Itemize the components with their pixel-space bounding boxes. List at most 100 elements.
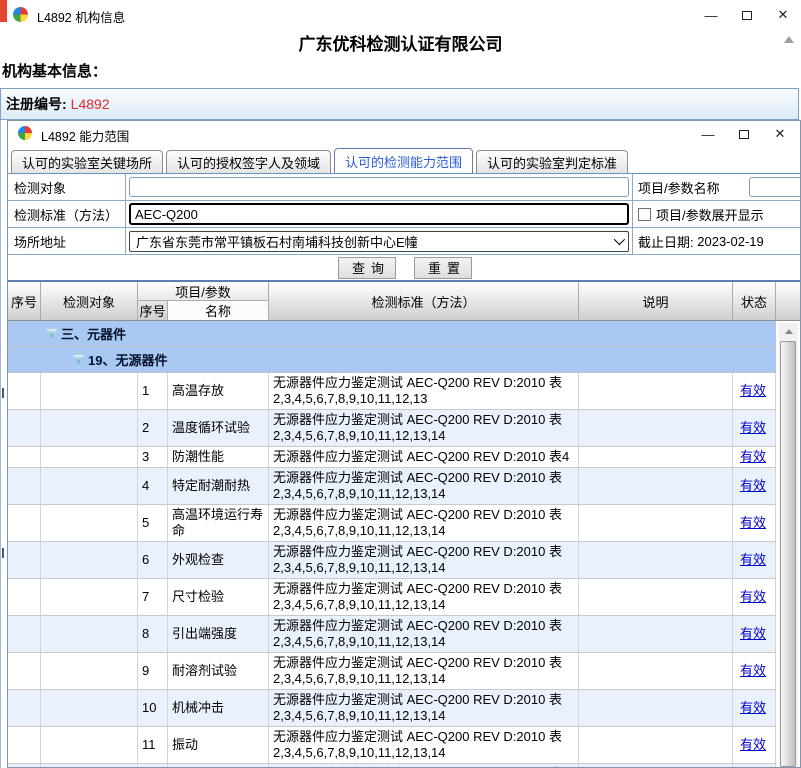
maximize-button[interactable] [726, 121, 762, 147]
screen: L4892 机构信息 — ✕ 广东优科检测认证有限公司 机构基本信息： 注册编号… [0, 0, 801, 768]
status-cell: 有效 [733, 653, 776, 689]
note-cell [579, 373, 733, 409]
object-cell [41, 468, 138, 504]
expand-params-checkbox[interactable] [638, 208, 651, 221]
status-link[interactable]: 有效 [740, 663, 766, 679]
object-cell [41, 727, 138, 763]
status-cell: 有效 [733, 373, 776, 409]
header-note: 说明 [579, 282, 733, 320]
param-name-cell: 尺寸检验 [168, 579, 269, 615]
capability-window: L4892 能力范围 — ✕ 认可的实验室关键场所 认可的授权签字人及领域 认可… [7, 120, 801, 768]
seq-cell [8, 505, 41, 541]
status-link[interactable]: 有效 [740, 383, 766, 399]
object-input[interactable] [129, 177, 629, 197]
header-filler [776, 282, 801, 320]
capability-window-titlebar: L4892 能力范围 — ✕ [8, 121, 800, 147]
param-name-label: 项目/参数名称 [638, 178, 720, 197]
standard-cell: 无源器件应力鉴定测试 AEC-Q200 REV D:2010 表2,3,4,5,… [269, 542, 579, 578]
param-seq-cell: 10 [138, 690, 168, 726]
status-cell: 有效 [733, 542, 776, 578]
background-fragment [2, 388, 4, 398]
param-name-cell: 引出端强度 [168, 616, 269, 652]
tab-testing-capability[interactable]: 认可的检测能力范围 [334, 148, 473, 173]
object-cell [41, 616, 138, 652]
note-cell [579, 616, 733, 652]
param-seq-cell: 7 [138, 579, 168, 615]
vertical-scrollbar[interactable] [779, 323, 798, 768]
status-link[interactable]: 有效 [740, 515, 766, 531]
note-cell [579, 653, 733, 689]
standard-cell: 无源器件应力鉴定测试 AEC-Q200 REV D:2010 表2,3,4,5,… [269, 653, 579, 689]
close-button[interactable]: ✕ [765, 0, 801, 30]
table-row: 9 耐溶剂试验 无源器件应力鉴定测试 AEC-Q200 REV D:2010 表… [8, 653, 776, 690]
address-select[interactable]: 广东省东莞市常平镇板石村南埔科技创新中心E幢 [129, 231, 629, 252]
standard-cell: 无源器件应力鉴定测试 AEC-Q200 REV D:2010 表4 [269, 447, 579, 467]
app-pinwheel-icon [13, 7, 28, 22]
note-cell [579, 727, 733, 763]
table-row: 4 特定耐潮耐热 无源器件应力鉴定测试 AEC-Q200 REV D:2010 … [8, 468, 776, 505]
standard-cell: 无源器件应力鉴定测试 AEC-Q200 REV D:2010 表2,3,4,5,… [269, 373, 579, 409]
status-link[interactable]: 有效 [740, 626, 766, 642]
deadline-value: 2023-02-19 [697, 234, 764, 249]
group-label: 19、无源器件 [88, 350, 167, 369]
object-cell [41, 410, 138, 446]
scrollbar-thumb[interactable] [780, 341, 796, 767]
query-button[interactable]: 查询 [338, 257, 396, 279]
status-link[interactable]: 有效 [740, 420, 766, 436]
tab-key-locations[interactable]: 认可的实验室关键场所 [11, 150, 163, 173]
maximize-icon [739, 130, 749, 139]
group-row-components[interactable]: 三、元器件 [8, 321, 776, 347]
header-param-name: 名称 [168, 301, 268, 320]
header-param-group: 项目/参数 序号 名称 [138, 282, 269, 320]
table-row: 2 温度循环试验 无源器件应力鉴定测试 AEC-Q200 REV D:2010 … [8, 410, 776, 447]
note-cell [579, 410, 733, 446]
status-cell: 有效 [733, 727, 776, 763]
company-title: 广东优科检测认证有限公司 [0, 30, 801, 55]
status-link[interactable]: 有效 [740, 552, 766, 568]
scrollbar-up-button[interactable] [779, 323, 798, 339]
object-label: 检测对象 [8, 174, 126, 200]
status-link[interactable]: 有效 [740, 449, 766, 465]
search-form: 检测对象 项目/参数名称 检测标准（方法） 项目/参数展开显示 场所地址 [8, 173, 801, 282]
institution-window-titlebar: L4892 机构信息 — ✕ [0, 0, 801, 30]
scroll-up-icon[interactable] [784, 36, 794, 43]
param-seq-cell: 2 [138, 410, 168, 446]
group-row-passive-components[interactable]: 19、无源器件 [8, 347, 776, 373]
object-cell [41, 690, 138, 726]
reset-button[interactable]: 重置 [414, 257, 472, 279]
status-link[interactable]: 有效 [740, 478, 766, 494]
close-button[interactable]: ✕ [762, 121, 798, 147]
collapse-triangle-icon[interactable] [73, 355, 84, 364]
param-name-cell: 高温存放 [168, 373, 269, 409]
param-name-input[interactable] [749, 177, 801, 197]
table-row: 11 振动 无源器件应力鉴定测试 AEC-Q200 REV D:2010 表2,… [8, 727, 776, 764]
tab-lab-criteria[interactable]: 认可的实验室判定标准 [476, 150, 628, 173]
minimize-button[interactable]: — [690, 121, 726, 147]
status-link[interactable]: 有效 [740, 700, 766, 716]
group-label: 三、元器件 [61, 324, 126, 343]
param-name-cell: 防潮性能 [168, 447, 269, 467]
note-cell [579, 447, 733, 467]
capability-window-title: L4892 能力范围 [41, 126, 129, 145]
minimize-button[interactable]: — [693, 0, 729, 30]
table-row: 7 尺寸检验 无源器件应力鉴定测试 AEC-Q200 REV D:2010 表2… [8, 579, 776, 616]
note-cell [579, 542, 733, 578]
status-link[interactable]: 有效 [740, 589, 766, 605]
param-seq-cell: 9 [138, 653, 168, 689]
address-label: 场所地址 [8, 228, 126, 254]
institution-window-title: L4892 机构信息 [37, 7, 125, 26]
standard-cell: 无源器件应力鉴定测试 AEC-Q200 REV D:2010 表2,3,4,5,… [269, 410, 579, 446]
note-cell [579, 468, 733, 504]
param-name-cell: 机械冲击 [168, 690, 269, 726]
standard-cell: 无源器件应力鉴定测试 AEC-Q200 REV D:2010 表2,3,4,5,… [269, 468, 579, 504]
status-cell: 有效 [733, 468, 776, 504]
param-name-cell: 温度循环试验 [168, 410, 269, 446]
status-cell: 有效 [733, 690, 776, 726]
standard-input[interactable] [129, 203, 629, 225]
tab-authorized-signatories[interactable]: 认可的授权签字人及领域 [166, 150, 331, 173]
maximize-button[interactable] [729, 0, 765, 30]
collapse-triangle-icon[interactable] [46, 329, 57, 338]
status-link[interactable]: 有效 [740, 737, 766, 753]
registration-label: 注册编号: [6, 94, 67, 114]
status-cell [733, 764, 776, 768]
